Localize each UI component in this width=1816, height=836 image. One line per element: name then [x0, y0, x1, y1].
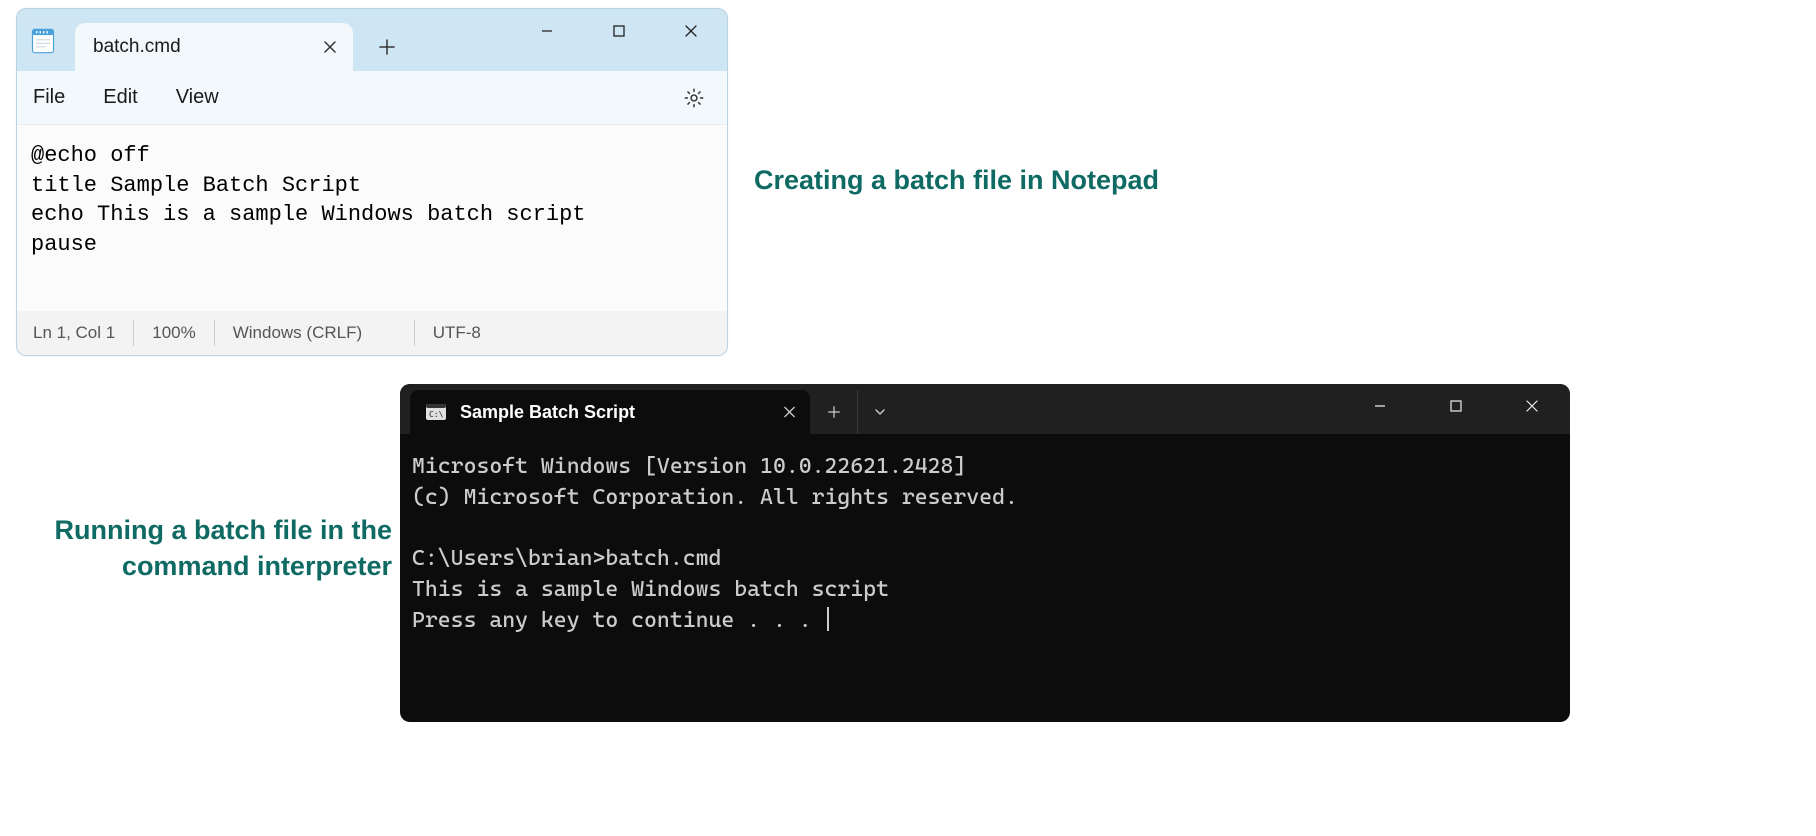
notepad-statusbar: Ln 1, Col 1 100% Windows (CRLF) UTF-8: [17, 311, 727, 355]
caption-terminal: Running a batch file in the command inte…: [52, 512, 392, 585]
close-window-button[interactable]: [1494, 384, 1570, 428]
terminal-output[interactable]: Microsoft Windows [Version 10.0.22621.24…: [400, 434, 1570, 722]
cmd-icon: C:\: [426, 404, 446, 420]
status-eol: Windows (CRLF): [215, 320, 415, 346]
terminal-titlebar[interactable]: C:\ Sample Batch Script: [400, 384, 1570, 434]
minimize-button[interactable]: [511, 9, 583, 53]
close-tab-icon[interactable]: [783, 406, 796, 419]
close-tab-icon[interactable]: [323, 40, 337, 54]
notepad-app-icon: [29, 27, 57, 55]
status-cursor-pos: Ln 1, Col 1: [33, 320, 134, 346]
notepad-window-controls: [511, 9, 727, 53]
menu-edit[interactable]: Edit: [103, 86, 137, 109]
terminal-cursor: [827, 607, 829, 631]
maximize-button[interactable]: [583, 9, 655, 53]
notepad-titlebar[interactable]: batch.cmd: [17, 9, 727, 71]
status-zoom: 100%: [134, 320, 214, 346]
notepad-tab-title: batch.cmd: [93, 36, 181, 58]
status-encoding: UTF-8: [415, 320, 499, 346]
terminal-window: C:\ Sample Batch Script Micros: [400, 384, 1570, 722]
maximize-button[interactable]: [1418, 384, 1494, 428]
svg-text:C:\: C:\: [429, 410, 444, 419]
new-terminal-tab-button[interactable]: [810, 390, 858, 434]
notepad-text-area[interactable]: @echo off title Sample Batch Script echo…: [17, 125, 727, 311]
minimize-button[interactable]: [1342, 384, 1418, 428]
settings-gear-icon[interactable]: [683, 87, 705, 109]
terminal-tab[interactable]: C:\ Sample Batch Script: [410, 390, 810, 434]
terminal-window-controls: [1342, 384, 1570, 428]
notepad-window: batch.cmd File Edit View: [16, 8, 728, 356]
terminal-text: Microsoft Windows [Version 10.0.22621.24…: [412, 454, 1018, 633]
new-tab-button[interactable]: [365, 25, 409, 69]
close-window-button[interactable]: [655, 9, 727, 53]
notepad-menubar: File Edit View: [17, 71, 727, 125]
menu-view[interactable]: View: [176, 86, 219, 109]
menu-file[interactable]: File: [33, 86, 65, 109]
tab-dropdown-icon[interactable]: [858, 390, 902, 434]
caption-notepad: Creating a batch file in Notepad: [754, 162, 1159, 198]
notepad-tab[interactable]: batch.cmd: [75, 23, 353, 71]
terminal-tab-title: Sample Batch Script: [460, 402, 635, 423]
